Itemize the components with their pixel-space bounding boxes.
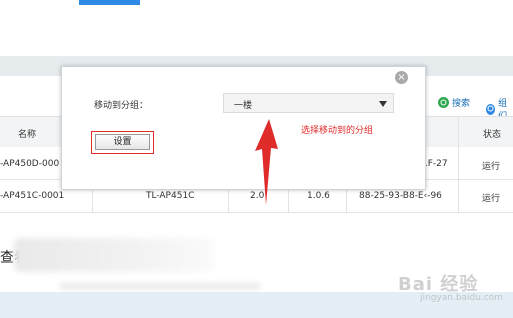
annotation-arrow-icon [255, 119, 278, 205]
row-model: TL-AP451C [146, 191, 195, 201]
chevron-down-icon [379, 101, 387, 107]
search-icon [438, 97, 449, 108]
close-icon[interactable]: × [395, 71, 408, 84]
row-mac: 88-25-93-B8-E‹-96 [359, 191, 442, 201]
set-button[interactable]: 设置 [95, 134, 150, 150]
annotation-hint: 选择移动到的分组 [301, 126, 374, 136]
column-header-status: 状态 [483, 130, 502, 140]
column-divider [458, 116, 459, 212]
row-name: -AP451C-0001 [0, 191, 65, 201]
move-to-group-dialog: × 移动到分组： 一楼 设置 选择移动到的分组 [61, 66, 426, 205]
watermark-url: jingyan.baidu.com [420, 293, 504, 303]
search-link-label: 搜索 [452, 99, 471, 109]
move-to-group-label: 移动到分组： [94, 101, 149, 111]
search-link[interactable]: 搜索 [438, 96, 470, 109]
row-status: 运行 [482, 162, 501, 172]
column-header-name: 名称 [18, 130, 37, 140]
row-status: 运行 [482, 194, 501, 204]
group-select[interactable]: 一楼 [223, 93, 394, 113]
group-select-value: 一楼 [234, 101, 253, 111]
blurred-content [14, 238, 214, 272]
group-search-icon [486, 103, 496, 115]
row-name: -AP450D-000 [0, 159, 60, 169]
top-blue-button[interactable] [79, 0, 140, 5]
blurred-content [60, 282, 260, 290]
row-fw-version: 1.0.6 [307, 191, 330, 201]
